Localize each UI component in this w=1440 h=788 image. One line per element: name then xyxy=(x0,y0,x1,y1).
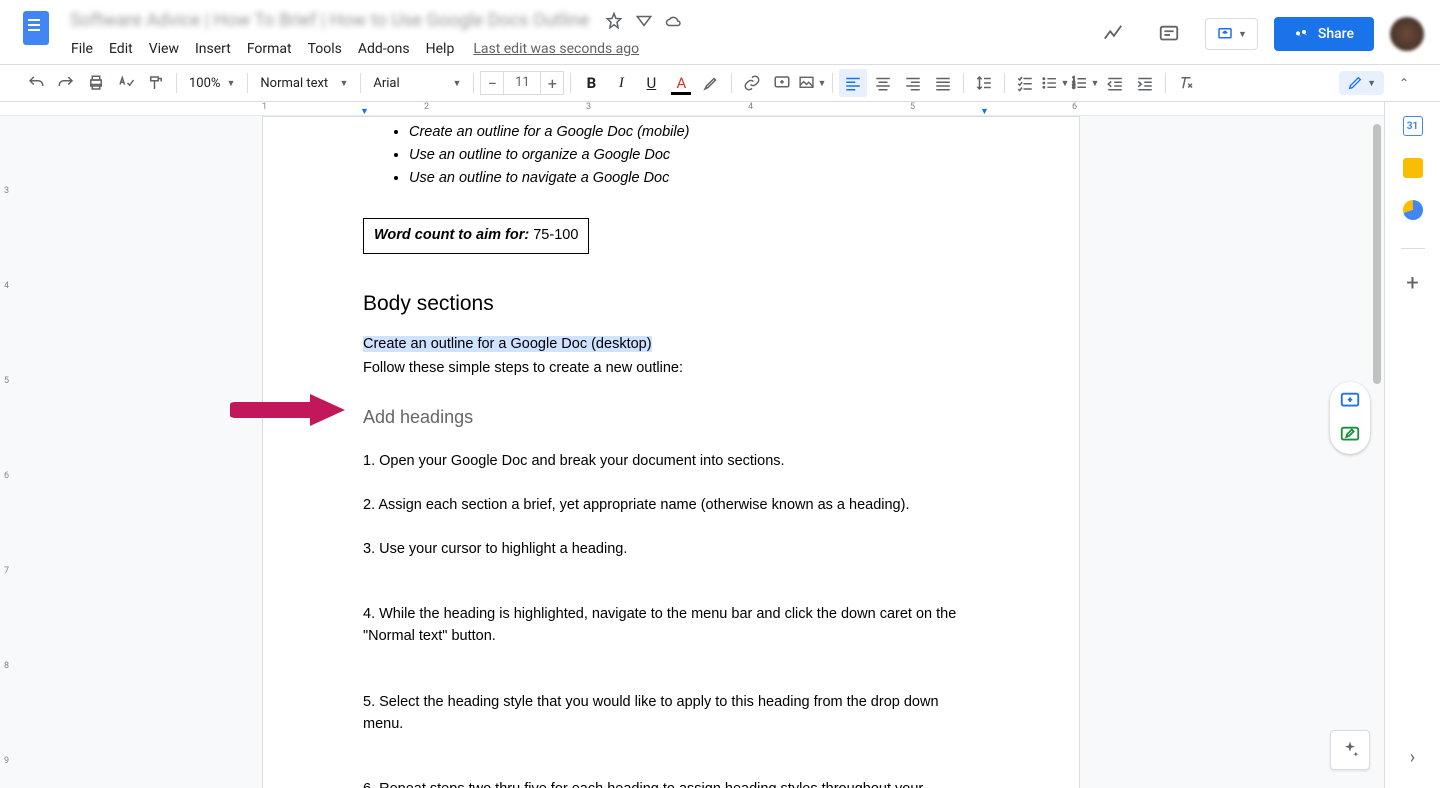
paint-format-button[interactable] xyxy=(142,69,170,97)
explore-button[interactable] xyxy=(1330,730,1370,770)
body-sections-heading: Body sections xyxy=(363,288,979,320)
svg-text:3: 3 xyxy=(1073,85,1076,91)
account-avatar[interactable] xyxy=(1390,17,1424,51)
share-label: Share xyxy=(1318,26,1354,42)
menu-edit[interactable]: Edit xyxy=(102,37,140,61)
step-text: 6. Repeat steps two thru five for each h… xyxy=(363,779,979,788)
text-color-button[interactable]: A xyxy=(667,69,695,97)
font-size-value[interactable]: 11 xyxy=(504,71,540,95)
print-button[interactable] xyxy=(82,69,110,97)
checklist-button[interactable] xyxy=(1011,69,1039,97)
highlight-button[interactable] xyxy=(697,69,725,97)
collapse-toolbar-button[interactable]: ⌃ xyxy=(1390,69,1418,97)
step-text: 3. Use your cursor to highlight a headin… xyxy=(363,539,979,561)
star-icon[interactable] xyxy=(605,12,623,30)
align-right-button[interactable] xyxy=(899,69,927,97)
line-spacing-button[interactable] xyxy=(970,69,998,97)
tasks-app-icon[interactable] xyxy=(1403,200,1423,220)
document-page[interactable]: Create an outline for a Google Doc (mobi… xyxy=(262,116,1080,788)
horizontal-ruler[interactable]: 1 2 3 4 5 6 ▼ ▼ xyxy=(0,102,1384,116)
font-size-increase[interactable]: + xyxy=(540,71,564,95)
side-panel-separator xyxy=(1401,248,1425,249)
vertical-ruler[interactable]: 3 4 5 6 7 8 9 xyxy=(2,116,16,788)
move-icon[interactable] xyxy=(635,12,653,30)
suggest-edit-icon[interactable] xyxy=(1339,424,1361,446)
spellcheck-button[interactable] xyxy=(112,69,140,97)
bulleted-list-button[interactable]: ▼ xyxy=(1041,69,1069,97)
align-center-button[interactable] xyxy=(869,69,897,97)
annotation-arrow-icon xyxy=(230,390,350,430)
menu-addons[interactable]: Add-ons xyxy=(351,37,417,61)
step-text: 2. Assign each section a brief, yet appr… xyxy=(363,495,979,517)
activity-icon[interactable] xyxy=(1093,14,1133,54)
align-justify-button[interactable] xyxy=(929,69,957,97)
clear-formatting-button[interactable] xyxy=(1172,69,1200,97)
add-headings-heading: Add headings xyxy=(363,404,979,431)
menu-insert[interactable]: Insert xyxy=(188,37,238,61)
bullet-item: Create an outline for a Google Doc (mobi… xyxy=(409,122,979,144)
menu-file[interactable]: File xyxy=(64,37,100,61)
cloud-icon[interactable] xyxy=(665,12,683,30)
style-dropdown[interactable]: Normal text▼ xyxy=(254,69,354,97)
hide-side-panel-button[interactable]: › xyxy=(1410,747,1415,768)
toolbar: 100%▼ Normal text▼ Arial▼ − 11 + B I U A… xyxy=(0,64,1440,102)
bullet-item: Use an outline to organize a Google Doc xyxy=(409,145,979,167)
undo-button[interactable] xyxy=(22,69,50,97)
font-dropdown[interactable]: Arial▼ xyxy=(367,69,467,97)
increase-indent-button[interactable] xyxy=(1131,69,1159,97)
menu-bar: File Edit View Insert Format Tools Add-o… xyxy=(64,37,1093,61)
insert-image-button[interactable]: ▼ xyxy=(798,69,826,97)
document-title[interactable]: Software Advice | How To Brief | How to … xyxy=(64,8,595,33)
add-comment-icon[interactable] xyxy=(1339,390,1361,412)
decrease-indent-button[interactable] xyxy=(1101,69,1129,97)
editing-mode-button[interactable]: ▼ xyxy=(1339,71,1384,95)
comment-rail xyxy=(1330,382,1370,454)
step-text: 4. While the heading is highlighted, nav… xyxy=(363,604,979,648)
docs-logo[interactable] xyxy=(16,8,56,48)
align-left-button[interactable] xyxy=(839,69,867,97)
bullet-item: Use an outline to navigate a Google Doc xyxy=(409,168,979,190)
step-text: 5. Select the heading style that you wou… xyxy=(363,692,979,736)
numbered-list-button[interactable]: 123▼ xyxy=(1071,69,1099,97)
underline-button[interactable]: U xyxy=(637,69,665,97)
menu-format[interactable]: Format xyxy=(240,37,299,61)
menu-help[interactable]: Help xyxy=(419,37,462,61)
add-comment-button[interactable] xyxy=(768,69,796,97)
step-text: 1. Open your Google Doc and break your d… xyxy=(363,451,979,473)
italic-button[interactable]: I xyxy=(607,69,635,97)
comments-history-icon[interactable] xyxy=(1149,14,1189,54)
word-count-box: Word count to aim for: 75-100 xyxy=(363,218,589,254)
side-panel: + › xyxy=(1384,102,1440,788)
share-button[interactable]: Share xyxy=(1274,17,1374,51)
vertical-scrollbar[interactable] xyxy=(1370,116,1384,788)
follow-text: Follow these simple steps to create a ne… xyxy=(363,358,979,380)
menu-view[interactable]: View xyxy=(142,37,186,61)
keep-app-icon[interactable] xyxy=(1403,158,1423,178)
add-addon-button[interactable]: + xyxy=(1406,271,1418,296)
present-button[interactable]: ▼ xyxy=(1205,18,1258,50)
bold-button[interactable]: B xyxy=(577,69,605,97)
link-button[interactable] xyxy=(738,69,766,97)
redo-button[interactable] xyxy=(52,69,80,97)
calendar-app-icon[interactable] xyxy=(1403,116,1423,136)
zoom-dropdown[interactable]: 100%▼ xyxy=(183,69,241,97)
menu-tools[interactable]: Tools xyxy=(301,37,349,61)
highlighted-subheading: Create an outline for a Google Doc (desk… xyxy=(363,336,652,352)
font-size-decrease[interactable]: − xyxy=(480,71,504,95)
last-edit-link[interactable]: Last edit was seconds ago xyxy=(473,41,639,57)
